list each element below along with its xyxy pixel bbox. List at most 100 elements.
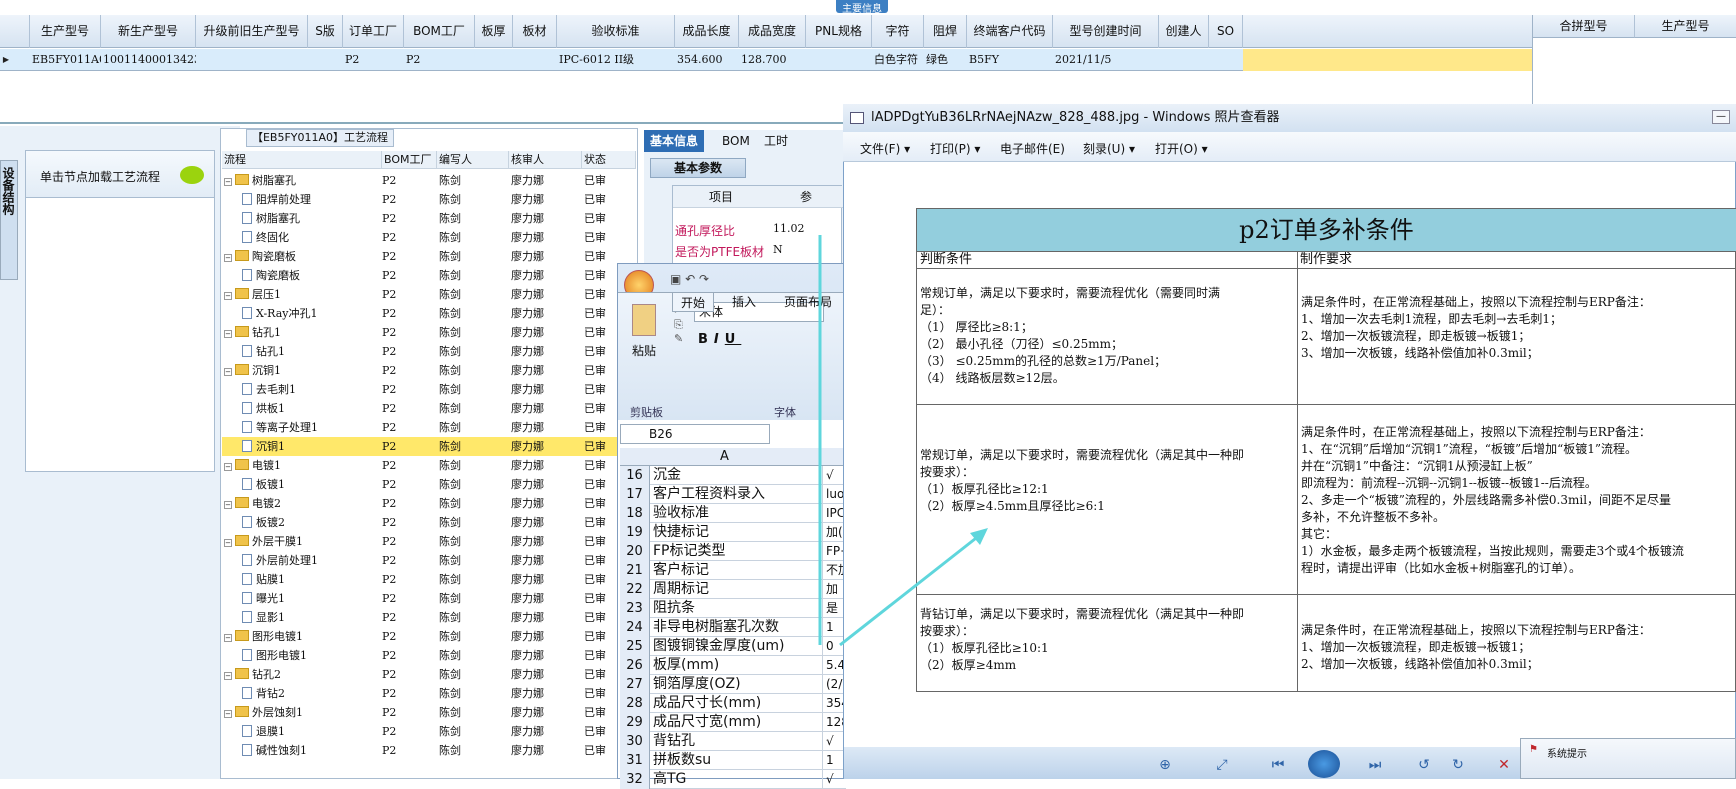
- col-header[interactable]: 新生产型号: [101, 15, 196, 48]
- menu-print[interactable]: 打印(P) ▾: [930, 140, 980, 157]
- zoom-icon[interactable]: ⊕: [1155, 757, 1175, 773]
- row-number[interactable]: 19: [620, 523, 650, 542]
- tree-row[interactable]: 板镀1 P2 陈剑 廖力娜 已审: [222, 475, 636, 494]
- col-header[interactable]: 型号创建时间: [1053, 15, 1159, 48]
- highlight-cell[interactable]: [1243, 49, 1532, 71]
- col-header[interactable]: 验收标准: [557, 15, 675, 48]
- tree-row[interactable]: − 电镀2 P2 陈剑 廖力娜 已审: [222, 494, 636, 513]
- col-header[interactable]: 阻焊: [924, 15, 967, 48]
- tree-row[interactable]: 显影1 P2 陈剑 廖力娜 已审: [222, 608, 636, 627]
- menu-open[interactable]: 打开(O) ▾: [1155, 140, 1208, 157]
- col-header[interactable]: 生产型号: [30, 15, 101, 48]
- chat-bubble-icon[interactable]: [180, 166, 204, 184]
- minimize-icon[interactable]: —: [1712, 110, 1730, 124]
- col-header[interactable]: BOM工厂: [404, 15, 475, 48]
- paste-button[interactable]: 粘贴: [632, 342, 656, 359]
- row-number[interactable]: 30: [620, 732, 650, 751]
- vertical-tab[interactable]: 设备结构: [0, 160, 18, 280]
- col-header[interactable]: 板材: [513, 15, 557, 48]
- row-number[interactable]: 22: [620, 580, 650, 599]
- cell-a[interactable]: 铜箔厚度(OZ): [653, 675, 823, 694]
- expand-toggle-icon[interactable]: −: [224, 501, 232, 509]
- next-icon[interactable]: ⏭: [1365, 757, 1385, 773]
- rotate-right-icon[interactable]: ↻: [1448, 757, 1468, 773]
- tree-row[interactable]: 等离子处理1 P2 陈剑 廖力娜 已审: [222, 418, 636, 437]
- tree-row[interactable]: 退膜1 P2 陈剑 廖力娜 已审: [222, 722, 636, 741]
- row-number[interactable]: 18: [620, 504, 650, 523]
- tree-row[interactable]: − 钻孔2 P2 陈剑 廖力娜 已审: [222, 665, 636, 684]
- rotate-left-icon[interactable]: ↺: [1414, 757, 1434, 773]
- col-header[interactable]: 成品长度: [675, 15, 739, 48]
- row-number[interactable]: 26: [620, 656, 650, 675]
- col-header[interactable]: 字符: [872, 15, 924, 48]
- expand-toggle-icon[interactable]: −: [224, 254, 232, 262]
- row-number[interactable]: 16: [620, 466, 650, 485]
- tree-row[interactable]: − 层压1 P2 陈剑 廖力娜 已审: [222, 285, 636, 304]
- tree-row[interactable]: 图形电镀1 P2 陈剑 廖力娜 已审: [222, 646, 636, 665]
- expand-toggle-icon[interactable]: −: [224, 330, 232, 338]
- tree-row[interactable]: 板镀2 P2 陈剑 廖力娜 已审: [222, 513, 636, 532]
- expand-toggle-icon[interactable]: −: [224, 539, 232, 547]
- actual-size-icon[interactable]: ⤢: [1212, 757, 1232, 773]
- cell[interactable]: 354.600: [675, 49, 739, 71]
- expand-toggle-icon[interactable]: −: [224, 463, 232, 471]
- tree-row[interactable]: 阻焊前处理 P2 陈剑 廖力娜 已审: [222, 190, 636, 209]
- menu-email[interactable]: 电子邮件(E): [1000, 140, 1065, 157]
- paste-icon[interactable]: [632, 304, 656, 336]
- menu-file[interactable]: 文件(F) ▾: [860, 140, 910, 157]
- col-header[interactable]: 板厚: [475, 15, 513, 48]
- tree-col-header[interactable]: 编写人: [437, 151, 509, 169]
- row-number[interactable]: 20: [620, 542, 650, 561]
- cell[interactable]: 10011400013423: [101, 49, 196, 71]
- expand-toggle-icon[interactable]: −: [224, 672, 232, 680]
- expand-toggle-icon[interactable]: −: [224, 368, 232, 376]
- expand-toggle-icon[interactable]: −: [224, 178, 232, 186]
- col-header[interactable]: 终端客户代码: [967, 15, 1053, 48]
- cell-a[interactable]: 拼板数su: [653, 751, 823, 770]
- cell-a[interactable]: 背钻孔: [653, 732, 823, 751]
- name-box[interactable]: B26: [620, 424, 770, 444]
- tree-row[interactable]: − 树脂塞孔 P2 陈剑 廖力娜 已审: [222, 171, 636, 190]
- col-header[interactable]: PNL规格: [806, 15, 872, 48]
- cell[interactable]: P2: [343, 49, 404, 71]
- col-header[interactable]: 升级前旧生产型号: [196, 15, 308, 48]
- cell[interactable]: 2021/11/5: [1053, 49, 1159, 71]
- row-number[interactable]: 21: [620, 561, 650, 580]
- cell-a[interactable]: 高TG: [653, 770, 823, 789]
- tree-row[interactable]: − 外层蚀刻1 P2 陈剑 廖力娜 已审: [222, 703, 636, 722]
- col-header[interactable]: S版: [308, 15, 343, 48]
- cell[interactable]: P2: [404, 49, 475, 71]
- tree-row[interactable]: 终固化 P2 陈剑 廖力娜 已审: [222, 228, 636, 247]
- tree-row[interactable]: 曝光1 P2 陈剑 廖力娜 已审: [222, 589, 636, 608]
- tree-row[interactable]: − 钻孔1 P2 陈剑 廖力娜 已审: [222, 323, 636, 342]
- col-a-header[interactable]: A: [720, 449, 729, 464]
- tree-row[interactable]: 去毛刺1 P2 陈剑 廖力娜 已审: [222, 380, 636, 399]
- tree-row[interactable]: − 图形电镀1 P2 陈剑 廖力娜 已审: [222, 627, 636, 646]
- tree-col-header[interactable]: BOM工厂: [382, 151, 437, 169]
- cell[interactable]: 白色字符: [872, 49, 924, 71]
- col-header[interactable]: 合拼型号: [1533, 15, 1635, 38]
- row-number[interactable]: 31: [620, 751, 650, 770]
- quick-access-icon[interactable]: ▣ ↶ ↷: [670, 272, 709, 286]
- tab-hours[interactable]: 工时: [758, 130, 794, 152]
- tree-row[interactable]: − 电镀1 P2 陈剑 廖力娜 已审: [222, 456, 636, 475]
- expand-toggle-icon[interactable]: −: [224, 292, 232, 300]
- expand-toggle-icon[interactable]: −: [224, 634, 232, 642]
- col-header[interactable]: 生产型号: [1635, 15, 1736, 38]
- tab-insert[interactable]: 插入: [732, 292, 756, 312]
- tree-row[interactable]: 外层前处理1 P2 陈剑 廖力娜 已审: [222, 551, 636, 570]
- tree-col-header[interactable]: 核审人: [509, 151, 582, 169]
- cell[interactable]: 128.700: [739, 49, 806, 71]
- row-number[interactable]: 27: [620, 675, 650, 694]
- row-number[interactable]: 17: [620, 485, 650, 504]
- tree-row[interactable]: − 外层干膜1 P2 陈剑 廖力娜 已审: [222, 532, 636, 551]
- cell[interactable]: EB5FY011A0: [30, 49, 101, 71]
- tree-row[interactable]: 背钻2 P2 陈剑 廖力娜 已审: [222, 684, 636, 703]
- row-number[interactable]: 25: [620, 637, 650, 656]
- tab-bom[interactable]: BOM: [716, 130, 756, 152]
- row-number[interactable]: 23: [620, 599, 650, 618]
- row-number[interactable]: 28: [620, 694, 650, 713]
- tab-basic-info[interactable]: 基本信息: [644, 130, 705, 152]
- tree-row[interactable]: − 沉铜1 P2 陈剑 廖力娜 已审: [222, 361, 636, 380]
- cell-a[interactable]: 成品尺寸宽(mm): [653, 713, 823, 732]
